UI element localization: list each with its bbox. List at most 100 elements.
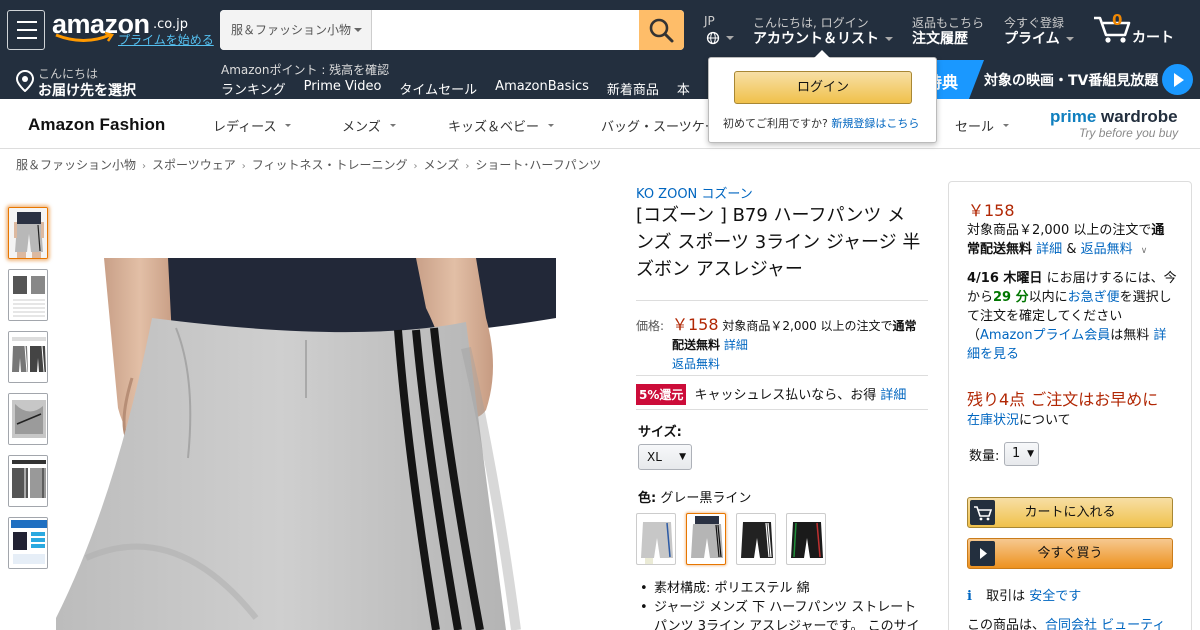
chevron-down-icon[interactable]: ∨	[1141, 246, 1148, 256]
buybox-price: ￥158	[968, 201, 1015, 220]
seller-text: この商品は、	[967, 618, 1046, 630]
search-category-dropdown[interactable]: 服＆ファッション小物	[220, 10, 372, 50]
fashion-nav-ladies[interactable]: レディース	[213, 116, 292, 135]
menu-icon[interactable]	[7, 10, 45, 50]
color-swatch[interactable]	[636, 513, 676, 565]
thumbnail-image[interactable]	[8, 393, 48, 445]
size-dropdown[interactable]: XL ▼	[638, 444, 692, 470]
buy-now-button[interactable]: 今すぐ買う	[967, 538, 1173, 569]
login-button[interactable]: ログイン	[734, 71, 912, 104]
thumbnail-image[interactable]	[8, 455, 48, 507]
add-to-cart-label: カートに入れる	[1024, 505, 1116, 520]
prime-label: プライム	[1004, 31, 1060, 47]
stock-status-link[interactable]: 在庫状況	[967, 413, 1019, 428]
nav-ranking[interactable]: ランキング	[221, 79, 286, 98]
location-pin-icon	[16, 70, 34, 92]
add-to-cart-button[interactable]: カートに入れる	[967, 497, 1173, 528]
seller-info: この商品は、合同会社 ビューティ	[967, 614, 1165, 630]
start-prime-link[interactable]: プライムを始める	[118, 31, 214, 48]
seller-link[interactable]: 合同会社 ビューティ	[1045, 618, 1165, 630]
shorts-model-photo	[56, 258, 600, 630]
fashion-navbar: Amazon Fashion レディース メンズ キッズ＆ベビー バッグ・スーツ…	[0, 99, 1200, 149]
shipping-text: 対象商品￥2,000 以上の注文で	[722, 319, 893, 333]
quantity-dropdown[interactable]: 1 ▼	[1004, 442, 1039, 466]
amazon-fashion-logo[interactable]: Amazon Fashion	[28, 115, 165, 135]
prime-video-promo[interactable]: 特典 対象の映画・TV番組見放題	[924, 60, 1200, 99]
play-icon	[970, 541, 995, 566]
prime-label-wrap: プライム	[1004, 28, 1074, 48]
color-swatch[interactable]	[786, 513, 826, 565]
fashion-nav-mens[interactable]: メンズ	[342, 116, 396, 135]
buybox-details-link[interactable]: 詳細	[1036, 242, 1062, 257]
thumbnail-image[interactable]	[8, 269, 48, 321]
shipping-details-link[interactable]: 詳細	[724, 338, 748, 352]
points-link[interactable]: Amazonポイント : 残高を確認	[221, 61, 389, 78]
fashion-nav-label: キッズ＆ベビー	[448, 120, 540, 135]
register-prompt: 初めてご利用ですか? 新規登録はこちら	[723, 115, 919, 131]
express-delivery-link[interactable]: お急ぎ便	[1068, 290, 1120, 305]
fashion-nav-bags[interactable]: バッグ・スーツケー	[601, 116, 718, 135]
cart-icon	[970, 500, 995, 525]
thumbnail-image[interactable]	[8, 207, 48, 259]
cart-label: カート	[1132, 30, 1174, 46]
color-row: 色: グレー黒ライン	[638, 487, 751, 506]
breadcrumb-item[interactable]: フィットネス・トレーニング	[252, 158, 408, 172]
price-block: ￥158 対象商品￥2,000 以上の注文で通常配送無料 詳細 返品無料	[672, 315, 928, 374]
buybox-returns-link[interactable]: 返品無料	[1081, 242, 1133, 257]
nav-amazonbasics[interactable]: AmazonBasics	[495, 79, 589, 98]
prime-wardrobe-logo[interactable]: prime wardrobe Try before you buy	[1050, 107, 1178, 140]
buy-now-label: 今すぐ買う	[1037, 546, 1103, 561]
fashion-nav-sale[interactable]: セール	[955, 116, 1010, 135]
chevron-down-icon	[285, 124, 292, 127]
chevron-right-icon: ›	[241, 161, 246, 172]
buybox-ship-text: 対象商品￥2,000 以上の注文で	[967, 223, 1152, 238]
chevron-right-icon: ›	[465, 161, 470, 172]
search-button[interactable]	[639, 10, 684, 50]
price-label: 価格:	[636, 319, 665, 333]
feature-bullet: ジャージ メンズ 下 ハーフパンツ ストレート パンツ 3ライン アスレジャーで…	[638, 598, 928, 630]
detail-photo-icon	[9, 332, 47, 382]
divider	[636, 409, 928, 410]
nav-books[interactable]: 本	[677, 79, 690, 98]
thumbnail-image[interactable]	[8, 517, 48, 569]
nav-timesale[interactable]: タイムセール	[399, 79, 477, 98]
dropdown-arrow-icon: ▼	[679, 452, 686, 462]
amazon-logo[interactable]: amazon .co.jp プライムを始める	[52, 9, 214, 53]
smile-icon	[55, 32, 114, 42]
search-input[interactable]	[373, 10, 639, 50]
prime-wardrobe-tagline: Try before you buy	[1079, 126, 1179, 140]
info-icon: i	[967, 589, 972, 604]
chevron-right-icon: ›	[413, 161, 418, 172]
register-link[interactable]: 新規登録はこちら	[831, 117, 919, 130]
login-popover: ログイン 初めてご利用ですか? 新規登録はこちら	[708, 50, 937, 143]
size-label: サイズ:	[638, 425, 682, 440]
breadcrumb-item[interactable]: ショート･ハーフパンツ	[475, 158, 601, 172]
search-icon	[649, 18, 674, 43]
secure-label: 取引は	[986, 589, 1026, 604]
free-returns-link[interactable]: 返品無料	[672, 357, 720, 371]
nav-new-releases[interactable]: 新着商品	[607, 79, 659, 98]
breadcrumb-item[interactable]: 服＆ファッション小物	[16, 158, 136, 172]
delivery-text-2: 以内に	[1028, 290, 1068, 305]
color-swatch[interactable]	[736, 513, 776, 565]
breadcrumb-item[interactable]: メンズ	[424, 158, 460, 172]
main-product-image[interactable]	[56, 258, 600, 630]
chevron-down-icon	[885, 37, 893, 41]
stock-warning: 残り4点 ご注文はお早めに	[967, 390, 1159, 409]
cart-button[interactable]: 0 カート	[1092, 10, 1182, 50]
thumbnail-image[interactable]	[8, 331, 48, 383]
nav-prime-video[interactable]: Prime Video	[304, 79, 382, 98]
cashless-promo: 5%還元 キャッシュレス払いなら、お得 詳細	[636, 384, 906, 405]
cashless-details-link[interactable]: 詳細	[880, 388, 906, 403]
sub-navigation: ランキング Prime Video タイムセール AmazonBasics 新着…	[221, 79, 739, 98]
color-swatch-selected[interactable]	[686, 513, 726, 565]
breadcrumb-item[interactable]: スポーツウェア	[152, 158, 236, 172]
buybox-shipping: 対象商品￥2,000 以上の注文で通常配送無料 詳細 & 返品無料 ∨	[967, 221, 1177, 261]
chevron-down-icon	[389, 124, 396, 127]
brand-link[interactable]: KO ZOON コズーン	[636, 183, 753, 202]
secure-link[interactable]: 安全です	[1029, 589, 1081, 604]
cart-count: 0	[1112, 11, 1123, 29]
prime-member-link[interactable]: Amazonプライム会員	[980, 328, 1110, 343]
fashion-nav-kids[interactable]: キッズ＆ベビー	[448, 116, 555, 135]
divider	[636, 300, 928, 301]
